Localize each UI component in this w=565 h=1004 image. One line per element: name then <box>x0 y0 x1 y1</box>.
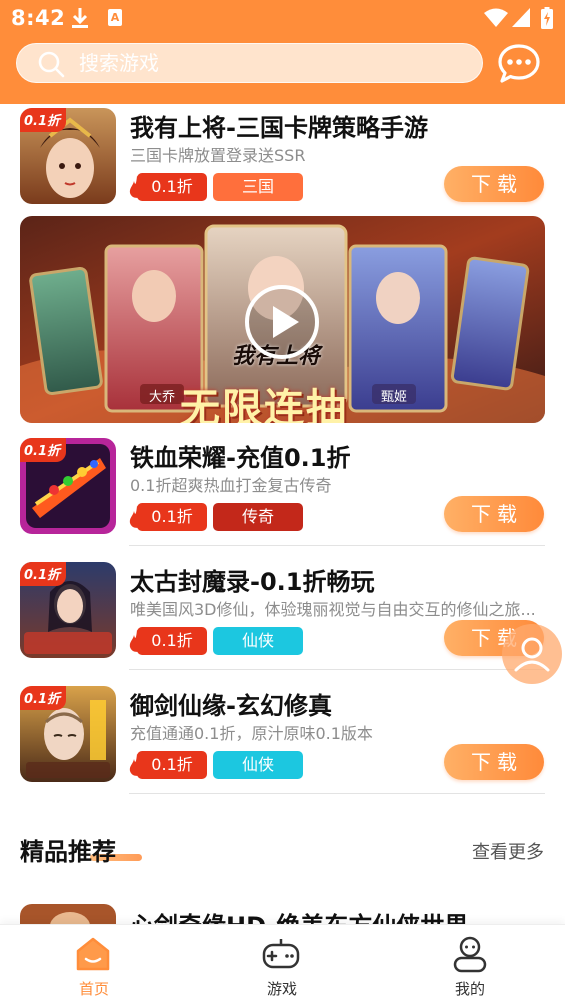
bottom-tab-bar: 首页 游戏 我的 <box>0 924 565 1004</box>
profile-icon <box>453 936 487 973</box>
game-title: 铁血荣耀-充值0.1折 <box>130 444 351 472</box>
game-title: 心剑奇缘HD-绝美东方仙侠世界 <box>130 906 468 924</box>
tab-label: 首页 <box>78 980 109 998</box>
discount-tag: 0.1折 <box>137 503 207 531</box>
discount-badge: 0.1折 <box>20 562 67 586</box>
tab-home[interactable]: 首页 <box>0 925 188 1004</box>
tab-label: 我的 <box>454 980 485 998</box>
search-icon <box>38 51 65 78</box>
game-description: 充值通通0.1折，原汁原味0.1版本 <box>130 724 373 743</box>
game-description: 0.1折超爽热血打金复古传奇 <box>130 476 332 495</box>
tab-games[interactable]: 游戏 <box>188 925 376 1004</box>
download-button[interactable]: 下载 <box>444 496 544 532</box>
game-title: 我有上将-三国卡牌策略手游 <box>130 114 428 142</box>
game-item[interactable]: 0.1折 御剑仙缘-玄幻修真 充值通通0.1折，原汁原味0.1版本 0.1折 仙… <box>0 670 565 794</box>
discount-tag: 0.1折 <box>137 173 207 201</box>
signal-icon <box>512 8 530 27</box>
download-button[interactable]: 下载 <box>444 744 544 780</box>
download-button[interactable]: 下载 <box>444 166 544 202</box>
download-icon <box>72 8 88 28</box>
search-input[interactable] <box>79 44 469 82</box>
genre-tag: 传奇 <box>213 503 303 531</box>
game-item[interactable]: 0.1折 我有上将-三国卡牌策略手游 三国卡牌放置登录送SSR 0.1折 三国 … <box>0 104 565 216</box>
discount-badge: 0.1折 <box>20 686 67 710</box>
user-icon <box>514 637 550 672</box>
home-icon <box>76 937 110 971</box>
tab-profile[interactable]: 我的 <box>376 925 564 1004</box>
main-content[interactable]: 0.1折 我有上将-三国卡牌策略手游 三国卡牌放置登录送SSR 0.1折 三国 … <box>0 104 565 924</box>
top-header: 8:42 A <box>0 0 565 104</box>
discount-tag: 0.1折 <box>137 751 207 779</box>
genre-tag: 仙侠 <box>213 751 303 779</box>
banner-caption: 无限连抽 <box>180 386 348 423</box>
discount-badge: 0.1折 <box>20 108 67 132</box>
game-thumbnail[interactable]: 0.1折 <box>20 562 116 658</box>
discount-badge: 0.1折 <box>20 438 67 462</box>
game-title: 御剑仙缘-玄幻修真 <box>130 692 332 720</box>
status-time: 8:42 <box>11 6 66 30</box>
genre-tag: 仙侠 <box>213 627 303 655</box>
game-item[interactable]: 0.1折 太古封魔录-0.1折畅玩 唯美国风3D修仙，体验瑰丽视觉与自由交互的修… <box>0 546 565 670</box>
gamepad-icon <box>262 939 300 969</box>
genre-tag: 三国 <box>213 173 303 201</box>
divider <box>129 793 545 794</box>
banner-card-name: 甄姬 <box>380 390 407 405</box>
game-title: 太古封魔录-0.1折畅玩 <box>130 568 375 596</box>
discount-tag: 0.1折 <box>137 627 207 655</box>
wifi-icon <box>484 8 508 27</box>
see-more-link[interactable]: 查看更多 <box>472 838 544 864</box>
banner-card-name: 大乔 <box>148 390 175 405</box>
promo-banner[interactable]: 大乔 甄姬 我有上将 无限连抽 <box>20 216 545 423</box>
game-thumbnail[interactable]: 0.1折 <box>20 438 116 534</box>
search-box[interactable] <box>16 43 483 83</box>
chat-icon[interactable] <box>497 42 541 86</box>
play-icon[interactable] <box>242 282 322 362</box>
section-title: 精品推荐 <box>20 838 116 866</box>
floating-user-button[interactable] <box>502 624 562 684</box>
game-item[interactable]: 0.1折 铁血荣耀-充值0.1折 0.1折超爽热血打金复古传奇 0.1折 传奇 … <box>0 422 565 546</box>
game-thumbnail[interactable]: 0.1折 <box>20 108 116 204</box>
game-description: 三国卡牌放置登录送SSR <box>130 146 306 165</box>
game-description: 唯美国风3D修仙，体验瑰丽视觉与自由交互的修仙之旅... <box>130 600 536 619</box>
tab-label: 游戏 <box>266 980 297 998</box>
game-thumbnail[interactable]: 0.1折 <box>20 686 116 782</box>
battery-icon <box>541 7 553 29</box>
notification-icon: A <box>108 9 122 26</box>
game-thumbnail[interactable] <box>20 904 116 924</box>
status-bar: 8:42 A <box>0 0 565 36</box>
game-item[interactable]: 心剑奇缘HD-绝美东方仙侠世界 <box>0 904 565 924</box>
